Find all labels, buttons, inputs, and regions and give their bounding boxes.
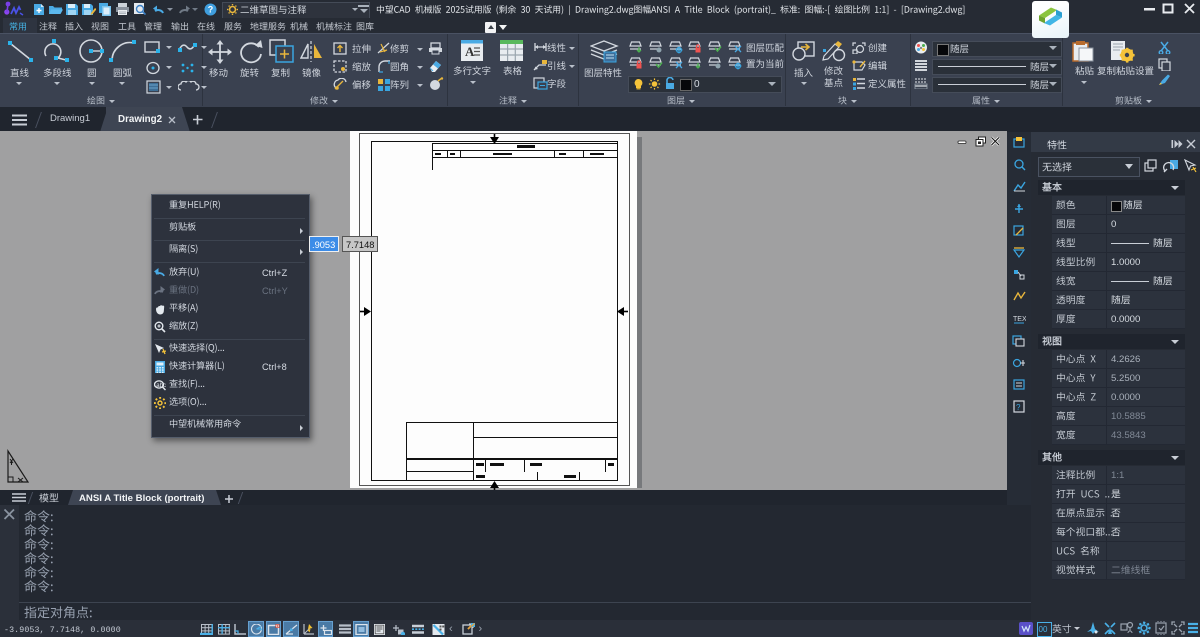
svg-text:?: ?: [208, 5, 214, 15]
svg-text:A: A: [465, 44, 475, 59]
svg-text:abc: abc: [156, 383, 166, 389]
svg-text:?: ?: [1016, 403, 1021, 412]
svg-text:TEXT: TEXT: [1013, 316, 1026, 323]
